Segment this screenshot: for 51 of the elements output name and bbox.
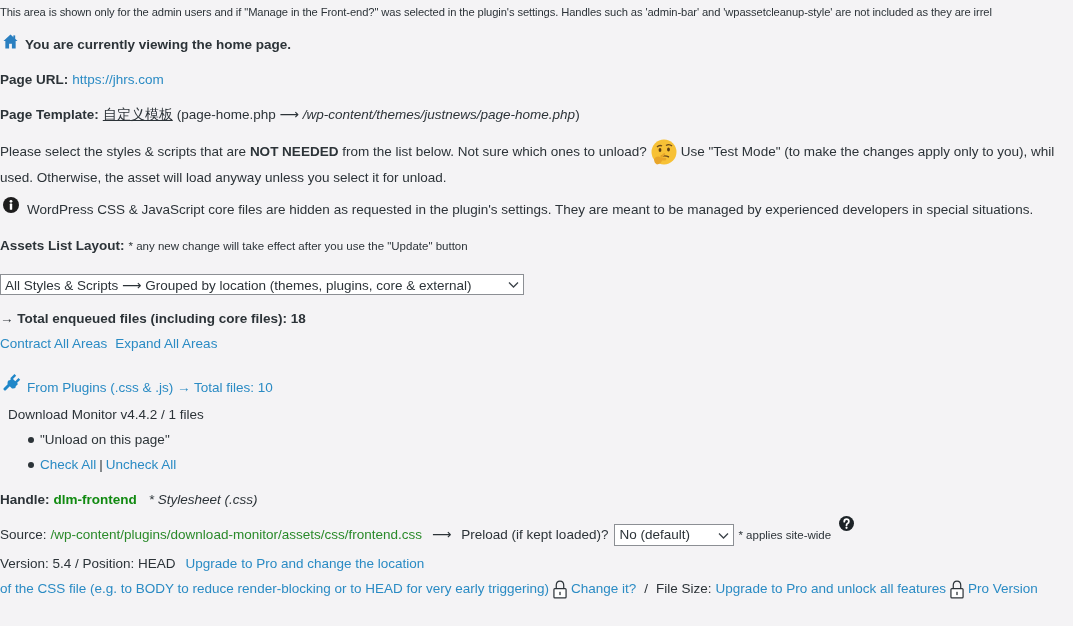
total-files-text: → Total enqueued files (including core files): 18 bbox=[0, 310, 306, 328]
thinking-face-icon bbox=[650, 139, 677, 165]
preload-label: Preload (if kept loaded)? bbox=[461, 526, 609, 544]
plug-icon bbox=[3, 373, 21, 391]
padlock-icon bbox=[553, 579, 567, 599]
upgrade-position-link[interactable]: Upgrade to Pro and change the location bbox=[185, 554, 425, 574]
instructions-text: Please select the styles & scripts that are NOT NEEDED from the list below. Not sure which ones to unload? bbox=[0, 143, 647, 161]
area-toggle-link[interactable]: Expand All Areas bbox=[115, 334, 218, 354]
info-icon bbox=[3, 197, 19, 213]
padlock-icon bbox=[950, 579, 964, 599]
separator-text: / bbox=[644, 580, 649, 598]
layout-select[interactable]: All Styles & Scripts ⟶ Grouped by location (themes, plugins, core & external) bbox=[0, 274, 524, 295]
file-size-label: File Size: bbox=[656, 580, 712, 598]
page-url-link[interactable]: https://jhrs.com bbox=[72, 70, 164, 90]
unload-option-text: "Unload on this page" bbox=[40, 431, 170, 449]
instructions-continued-text: used. Otherwise, the asset will load anyway unless you select it for unload. bbox=[0, 169, 447, 187]
handle-label: Handle: bbox=[0, 491, 50, 509]
site-wide-note: * applies site-wide bbox=[738, 528, 832, 543]
test-mode-text: Use "Test Mode" (to make the changes apply only to you), whil bbox=[680, 143, 1055, 161]
asset-type-text: * Stylesheet (.css) bbox=[148, 491, 258, 509]
upgrade-position-link[interactable]: of the CSS file (e.g. to BODY to reduce render-blocking or to HEAD for very early triggering) bbox=[0, 579, 549, 599]
source-path: /wp-content/plugins/download-monitor/assets/css/frontend.css bbox=[50, 526, 422, 544]
preload-select[interactable]: No (default) bbox=[614, 524, 735, 546]
page-template-label: Page Template: bbox=[0, 106, 99, 124]
layout-change-note: * any new change will take effect after you use the "Update" button bbox=[128, 239, 468, 254]
page-url-label: Page URL: bbox=[0, 71, 69, 89]
core-files-note: WordPress CSS & JavaScript core files are hidden as requested in the plugin's settings. They are meant to be managed by experienced developers in special situations. bbox=[27, 201, 1034, 219]
handle-name: dlm-frontend bbox=[53, 491, 137, 509]
caret-icon bbox=[508, 281, 519, 288]
change-position-link[interactable]: Change it? bbox=[571, 579, 637, 599]
template-file-path: (page-home.php ⟶ /wp-content/themes/justnews/page-home.php) bbox=[176, 106, 580, 124]
arrow-text: ⟶ bbox=[431, 526, 452, 544]
current-page-text: You are currently viewing the home page. bbox=[25, 36, 292, 54]
separator-text: | bbox=[99, 456, 103, 474]
pro-version-link[interactable]: Pro Version bbox=[968, 579, 1038, 599]
uncheck-all-link[interactable]: Uncheck All bbox=[105, 455, 177, 475]
home-icon bbox=[3, 34, 18, 49]
template-name: 自定义模板 bbox=[102, 106, 173, 124]
admin-notice-text: This area is shown only for the admin users and if "Manage in the Front-end?" was selected in the plugin's settings. Handles such as 'admin-bar' and 'wpassetcleanup-style' are not included as they are irrel bbox=[0, 5, 992, 20]
plugin-name-text: Download Monitor v4.4.2 / 1 files bbox=[7, 406, 204, 424]
bullet-icon bbox=[28, 462, 34, 468]
bullet-icon bbox=[28, 437, 34, 443]
plugins-group-link[interactable]: From Plugins (.css & .js) → Total files: 10 bbox=[27, 378, 273, 398]
help-icon bbox=[839, 516, 855, 531]
version-position-text: Version: 5.4 / Position: HEAD bbox=[0, 555, 176, 573]
area-toggle-link[interactable]: Contract All Areas bbox=[0, 334, 108, 354]
source-label: Source: bbox=[0, 526, 47, 544]
check-all-link[interactable]: Check All bbox=[40, 455, 97, 475]
assets-list-layout-label: Assets List Layout: bbox=[0, 237, 125, 255]
upgrade-file-size-link[interactable]: Upgrade to Pro and unlock all features bbox=[715, 579, 946, 599]
caret-icon bbox=[718, 531, 730, 539]
